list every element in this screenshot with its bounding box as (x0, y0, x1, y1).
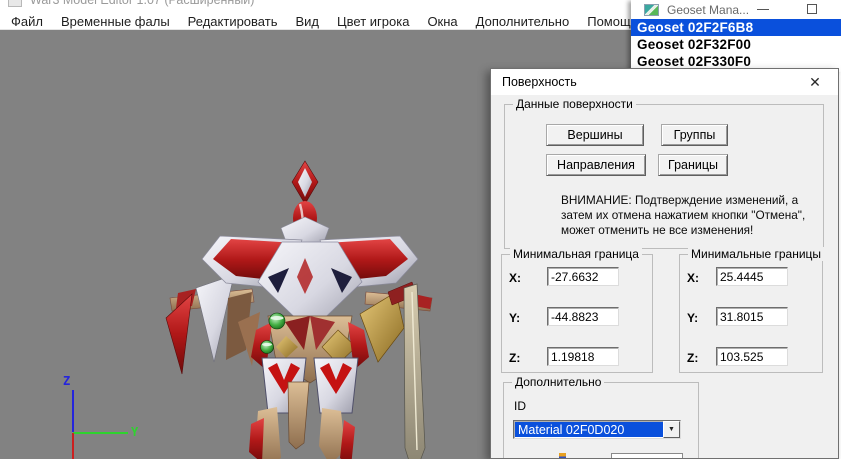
surface-data-group-label: Данные поверхности (513, 97, 636, 111)
axis-z-label: Z (63, 374, 71, 388)
vertices-button[interactable]: Вершины (546, 124, 644, 146)
maximize-icon[interactable] (807, 4, 817, 14)
geoset-list-item[interactable]: Geoset 02F2F6B8 (631, 19, 841, 36)
additional-group: Дополнительно ID Material 02F0D020 ▼ (503, 375, 699, 458)
menu-view[interactable]: Вид (286, 14, 328, 29)
max-x-field[interactable] (716, 267, 788, 286)
min-y-field[interactable] (547, 307, 619, 326)
geoset-list-item[interactable]: Geoset 02F32F00 (631, 36, 841, 53)
warning-line-2: затем их отмена нажатием кнопки "Отмена"… (561, 208, 806, 222)
max-z-field[interactable] (716, 347, 788, 366)
geoset-manager-titlebar[interactable]: Geoset Mana... (631, 0, 841, 19)
geoset-manager-window: Geoset Mana... Geoset 02F2F6B8 Geoset 02… (631, 0, 841, 72)
min-y-label: Y: (509, 311, 521, 325)
warning-line-1: ВНИМАНИЕ: Подтверждение изменений, а (561, 193, 799, 207)
min-x-label: X: (509, 271, 521, 285)
normals-button[interactable]: Направления (546, 154, 646, 176)
menu-windows[interactable]: Окна (418, 14, 466, 29)
model-render (165, 160, 433, 459)
warning-text: ВНИМАНИЕ: Подтверждение изменений, а зат… (561, 193, 805, 238)
menu-temp-files[interactable]: Временные фалы (52, 14, 179, 29)
clipped-control (611, 453, 683, 458)
geoset-list: Geoset 02F2F6B8 Geoset 02F32F00 Geoset 0… (631, 19, 841, 70)
main-window-title: War3 Model Editor 1.07 (Расширенный) (30, 0, 255, 7)
image-icon (644, 4, 659, 16)
app-icon (8, 0, 22, 7)
id-label: ID (514, 399, 526, 413)
geoset-manager-title: Geoset Mana... (667, 3, 750, 17)
min-x-field[interactable] (547, 267, 619, 286)
warning-line-3: может отменить не все изменения! (561, 223, 754, 237)
max-bound-group-label: Минимальные границы (688, 247, 825, 261)
menu-extras[interactable]: Дополнительно (467, 14, 579, 29)
close-icon[interactable]: ✕ (804, 71, 826, 93)
menu-player-color[interactable]: Цвет игрока (328, 14, 418, 29)
min-z-field[interactable] (547, 347, 619, 366)
bounds-button[interactable]: Границы (658, 154, 728, 176)
material-select[interactable]: Material 02F0D020 ▼ (513, 420, 681, 439)
additional-group-label: Дополнительно (512, 375, 605, 389)
menu-file[interactable]: Файл (2, 14, 52, 29)
max-y-field[interactable] (716, 307, 788, 326)
material-select-value: Material 02F0D020 (515, 422, 663, 437)
axis-y-line (73, 432, 128, 434)
menu-edit[interactable]: Редактировать (179, 14, 287, 29)
clipped-icon (559, 453, 566, 458)
minimize-icon[interactable] (757, 9, 769, 10)
axis-x-line (72, 433, 74, 459)
chevron-down-icon[interactable]: ▼ (663, 421, 680, 438)
surface-dialog-title: Поверхность (502, 75, 577, 89)
max-y-label: Y: (687, 311, 699, 325)
surface-dialog-titlebar[interactable]: Поверхность ✕ (491, 69, 838, 95)
groups-button[interactable]: Группы (661, 124, 728, 146)
surface-dialog: Поверхность ✕ Данные поверхности Вершины… (490, 68, 839, 459)
max-x-label: X: (687, 271, 699, 285)
axis-z-line (72, 390, 74, 432)
min-bound-group: Минимальная граница X: Y: Z: (501, 247, 653, 373)
min-z-label: Z: (509, 351, 521, 365)
min-bound-group-label: Минимальная граница (510, 247, 642, 261)
axis-y-label: Y (131, 425, 139, 439)
max-z-label: Z: (687, 351, 699, 365)
max-bound-group: Минимальные границы X: Y: Z: (679, 247, 825, 373)
